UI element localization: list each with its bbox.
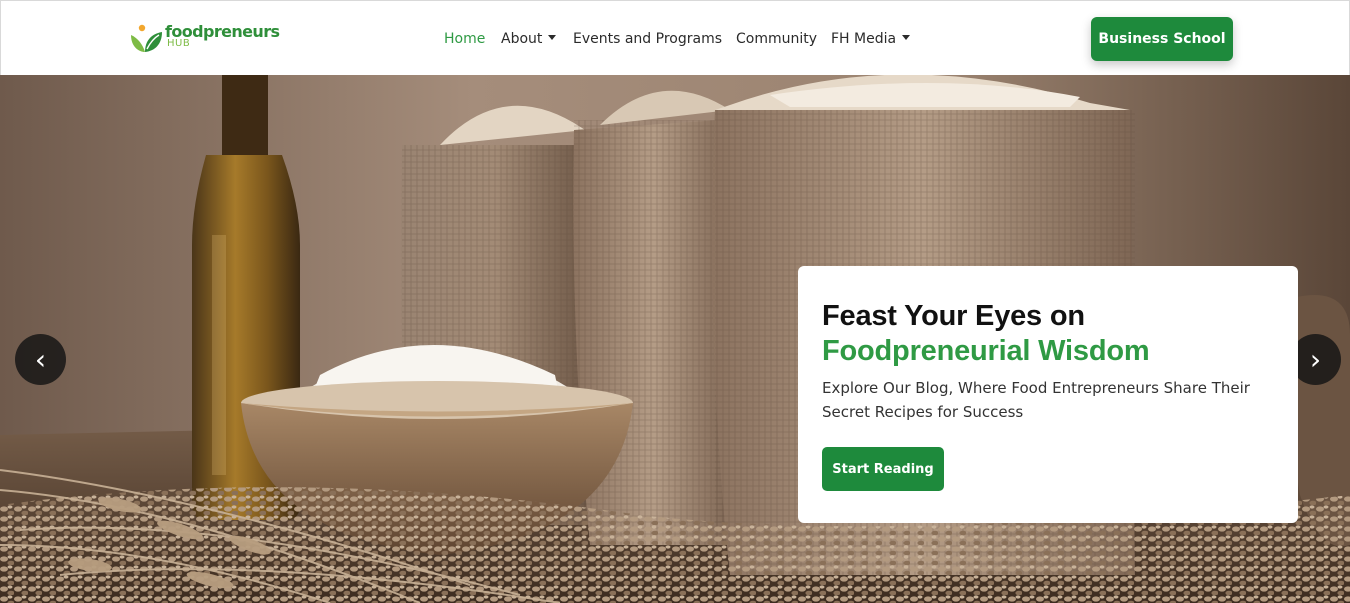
logo-subtitle: HUB	[167, 38, 191, 49]
nav-home-label: Home	[444, 31, 486, 47]
logo[interactable]: foodpreneurs HUB	[129, 21, 280, 55]
site-header: foodpreneurs HUB Home About Events and P…	[0, 0, 1350, 75]
leaf-sprout-icon	[131, 24, 162, 52]
nav-community[interactable]: Community	[736, 29, 817, 49]
nav-events-and-programs[interactable]: Events and Programs	[573, 29, 722, 49]
start-reading-button[interactable]: Start Reading	[822, 447, 944, 491]
hero-description: Explore Our Blog, Where Food Entrepreneu…	[822, 379, 1250, 421]
chevron-right-icon: ›	[1309, 343, 1322, 376]
hero-title-line-2: Foodpreneurial Wisdom	[822, 335, 1150, 367]
nav-about[interactable]: About	[501, 29, 557, 49]
nav-home[interactable]: Home	[444, 29, 485, 49]
business-school-button[interactable]: Business School	[1091, 17, 1233, 61]
chevron-left-icon: ‹	[34, 343, 47, 376]
nav-fh-media[interactable]: FH Media	[831, 29, 911, 49]
nav-fh-media-label: FH Media	[831, 31, 897, 47]
carousel-prev-button[interactable]: ‹	[15, 334, 66, 385]
hero-card: Feast Your Eyes on Foodpreneurial Wisdom…	[798, 266, 1298, 523]
nav-events-label: Events and Programs	[573, 31, 723, 47]
caret-down-icon	[902, 34, 911, 40]
hero-title: Feast Your Eyes on Foodpreneurial Wisdom	[822, 299, 1282, 369]
caret-down-icon	[548, 34, 557, 40]
hero-carousel: ‹ › Feast Your Eyes on Foodpreneurial Wi…	[0, 75, 1350, 603]
nav-community-label: Community	[736, 31, 818, 47]
nav-about-label: About	[501, 31, 543, 47]
hero-title-line-1: Feast Your Eyes on	[822, 300, 1085, 332]
